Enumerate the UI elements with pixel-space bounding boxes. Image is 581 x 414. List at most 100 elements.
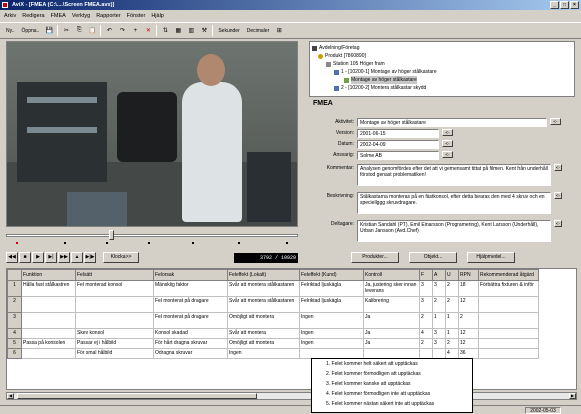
table-cell[interactable]: 3 bbox=[432, 280, 446, 297]
column-header[interactable]: Rekommenderad åtgärd bbox=[478, 269, 539, 281]
table-cell[interactable]: Ingen bbox=[299, 312, 364, 329]
dropdown-option[interactable]: 1. Felet kommer helt säkert att upptäcka… bbox=[312, 359, 472, 369]
column-header[interactable]: Feleffekt (Lokalt) bbox=[227, 269, 300, 281]
table-cell[interactable]: Ingen bbox=[299, 328, 364, 339]
table-cell[interactable]: 1 bbox=[445, 312, 459, 329]
column-header[interactable]: A bbox=[432, 269, 446, 281]
table-cell[interactable]: Skev konsol bbox=[75, 328, 154, 339]
table-cell[interactable]: Ja, justering sker innan leverans bbox=[363, 280, 420, 297]
table-cell[interactable]: 2 bbox=[445, 338, 459, 349]
table-cell[interactable]: Kalibrering bbox=[363, 296, 420, 313]
save-icon[interactable]: 💾 bbox=[44, 25, 54, 36]
row-number[interactable]: 1 bbox=[7, 280, 22, 297]
table-cell[interactable] bbox=[478, 312, 539, 329]
table-cell[interactable]: Ingen bbox=[299, 338, 364, 349]
table-cell[interactable]: Svår att montera bbox=[227, 328, 300, 339]
sort-icon[interactable]: ⇅ bbox=[160, 25, 170, 36]
play-icon[interactable]: ▶ bbox=[32, 252, 44, 263]
table-cell[interactable] bbox=[75, 296, 154, 313]
seek-track[interactable] bbox=[6, 234, 298, 237]
table-cell[interactable]: Felriktad ljuskägla bbox=[299, 296, 364, 313]
table-cell[interactable]: Omöjligt att montera bbox=[227, 338, 300, 349]
table-cell[interactable] bbox=[21, 348, 76, 359]
cut-icon[interactable]: ✂ bbox=[61, 25, 71, 36]
table-cell[interactable]: Svår att montera stålkastaren bbox=[227, 280, 300, 297]
deltagare-field[interactable]: Kristian Sandahl (PT), Emil Einarsson (P… bbox=[357, 220, 551, 242]
row-number[interactable]: 6 bbox=[7, 348, 22, 359]
table-cell[interactable]: Omöjligt att montera bbox=[227, 312, 300, 329]
tree-item[interactable]: Produkt [7860890] bbox=[312, 52, 572, 60]
table-cell[interactable]: Fel monterat på dragare bbox=[153, 312, 228, 329]
table-cell[interactable] bbox=[21, 328, 76, 339]
fast-forward-icon[interactable]: ▶▶ bbox=[58, 252, 70, 263]
table-row[interactable]: 5 Passa på konsolen Passar ej i hålbild … bbox=[7, 338, 539, 349]
column-header[interactable]: Felsätt bbox=[75, 269, 154, 281]
table-cell[interactable]: Mänsklig faktor bbox=[153, 280, 228, 297]
seek-bar[interactable] bbox=[6, 230, 298, 248]
add-icon[interactable]: + bbox=[130, 25, 140, 36]
table-cell[interactable]: 3 bbox=[419, 296, 433, 313]
eject-icon[interactable]: ▲ bbox=[71, 252, 83, 263]
scroll-thumb[interactable] bbox=[17, 393, 257, 399]
datum-field[interactable]: 2002-04-09 bbox=[357, 140, 439, 149]
table-cell[interactable]: 12 bbox=[458, 296, 479, 313]
tree-item[interactable]: Avdelning/Företag bbox=[312, 44, 572, 52]
decimals-select[interactable]: Decimaler bbox=[245, 28, 272, 34]
beskrivning-button[interactable]: <- bbox=[554, 192, 562, 199]
unit-select[interactable]: Sekunder bbox=[216, 28, 241, 34]
table-cell[interactable]: Ja bbox=[363, 328, 420, 339]
table-cell[interactable] bbox=[75, 312, 154, 329]
close-button[interactable]: × bbox=[570, 1, 579, 9]
chart-icon[interactable]: ▥ bbox=[186, 25, 196, 36]
dropdown-option[interactable]: 3. Felet kommer kanske att upptäckas bbox=[312, 379, 472, 389]
table-cell[interactable]: 12 bbox=[458, 328, 479, 339]
table-cell[interactable]: 1 bbox=[432, 312, 446, 329]
table-cell[interactable]: För hårt dragna skruvar bbox=[153, 338, 228, 349]
table-cell[interactable]: 3 bbox=[432, 338, 446, 349]
table-cell[interactable]: 2 bbox=[458, 312, 479, 329]
table-cell[interactable]: 2 bbox=[419, 338, 433, 349]
tree-item[interactable]: 2 - [10200-2] Montera stålkastar skydd bbox=[312, 84, 572, 92]
copy-icon[interactable]: ⎘ bbox=[74, 25, 84, 36]
table-cell[interactable]: 2 bbox=[419, 312, 433, 329]
minimize-button[interactable]: _ bbox=[550, 1, 559, 9]
ansvarig-button[interactable]: <- bbox=[442, 151, 453, 158]
scroll-left-icon[interactable]: ◀ bbox=[7, 393, 14, 399]
table-cell[interactable]: 3 bbox=[419, 280, 433, 297]
table-cell[interactable] bbox=[21, 312, 76, 329]
version-field[interactable]: 2001-06-15 bbox=[357, 129, 439, 138]
table-cell[interactable] bbox=[363, 348, 420, 359]
kommentar-button[interactable]: <- bbox=[554, 164, 562, 171]
table-cell[interactable]: 18 bbox=[458, 280, 479, 297]
menu-redigera[interactable]: Redigera bbox=[22, 13, 44, 19]
paste-icon[interactable]: 📋 bbox=[87, 25, 97, 36]
deltagare-button[interactable]: <- bbox=[554, 220, 562, 227]
objekt-button[interactable]: Objekt... bbox=[409, 252, 457, 263]
tools-icon[interactable]: ⚒ bbox=[199, 25, 209, 36]
table-row[interactable]: 3 Fel monterat på dragare Omöjligt att m… bbox=[7, 312, 539, 329]
version-button[interactable]: <- bbox=[442, 129, 453, 136]
aktivitet-field[interactable]: Montage av höger stålkastare bbox=[357, 118, 547, 127]
table-row[interactable]: 6 För smal hålbild Odragna skruvar Ingen… bbox=[7, 348, 539, 359]
dropdown-option[interactable]: 2. Felet kommer förmodligen att upptäcka… bbox=[312, 369, 472, 379]
table-cell[interactable]: Fel monterat på dragare bbox=[153, 296, 228, 313]
detection-dropdown[interactable]: 1. Felet kommer helt säkert att upptäcka… bbox=[311, 358, 473, 413]
grid-icon[interactable]: ⊞ bbox=[274, 25, 284, 36]
table-cell[interactable]: Fel monterad konsol bbox=[75, 280, 154, 297]
menu-rapporter[interactable]: Rapporter bbox=[96, 13, 120, 19]
table-cell[interactable]: Förbättra fixturen & inför bbox=[478, 280, 539, 297]
ansvarig-field[interactable]: Solme AB bbox=[357, 151, 439, 160]
table-row[interactable]: 4 Skev konsol Konsol skadad Svår att mon… bbox=[7, 328, 539, 339]
video-player[interactable] bbox=[6, 41, 298, 227]
table-cell[interactable]: Ingen bbox=[227, 348, 300, 359]
new-button[interactable]: Ny.. bbox=[4, 28, 17, 34]
row-number[interactable]: 3 bbox=[7, 312, 22, 329]
table-cell[interactable]: Odragna skruvar bbox=[153, 348, 228, 359]
menu-fonster[interactable]: Fönster bbox=[127, 13, 146, 19]
row-number[interactable]: 5 bbox=[7, 338, 22, 349]
dropdown-option[interactable]: 5. Felet kommer nästan säkert inte att u… bbox=[312, 399, 472, 409]
table-cell[interactable]: Hålla fast stålkastren bbox=[21, 280, 76, 297]
table-cell[interactable] bbox=[299, 348, 364, 359]
tree-item[interactable]: Station 105 Höger fram bbox=[312, 60, 572, 68]
column-header[interactable]: Kontroll bbox=[363, 269, 420, 281]
